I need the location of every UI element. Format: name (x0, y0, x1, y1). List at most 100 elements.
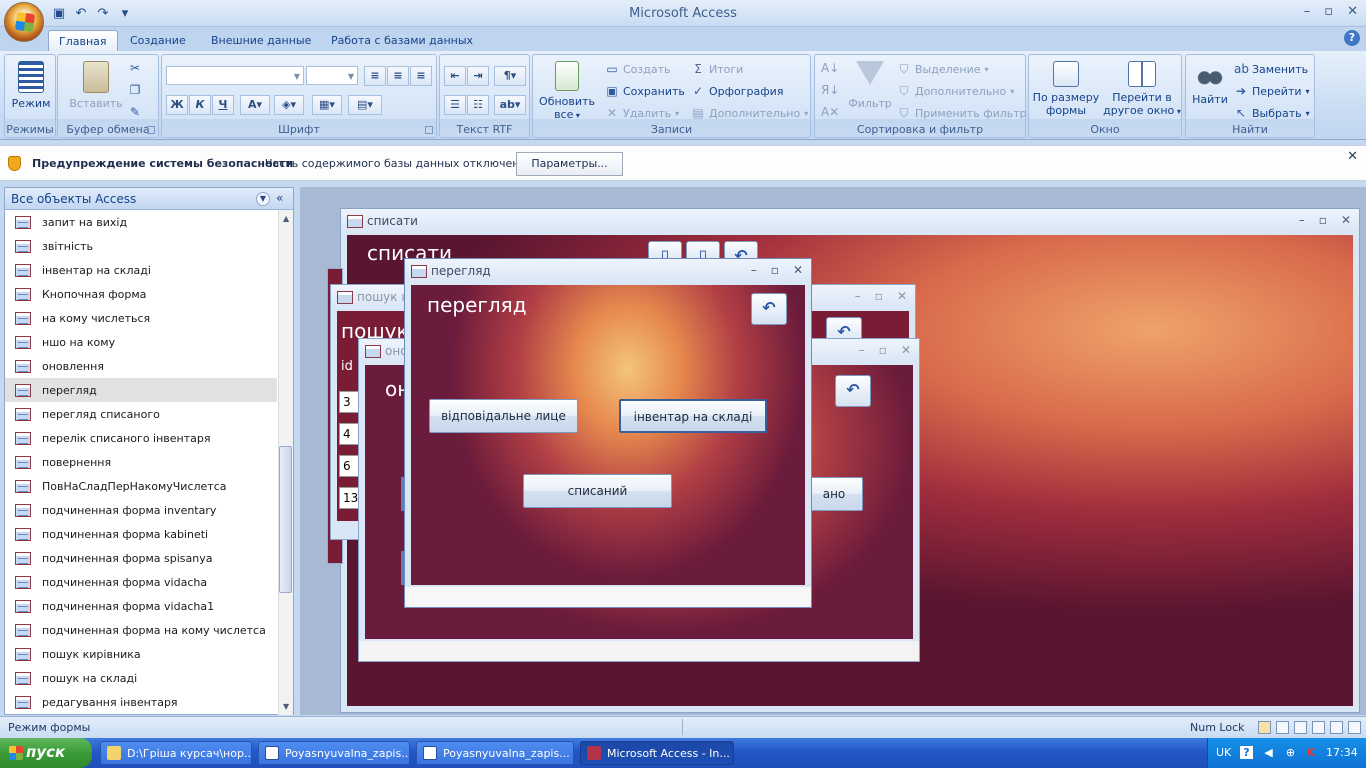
delete-record-button[interactable]: ✕ Удалить ▾ (605, 106, 679, 120)
copy-icon[interactable]: ❐ (128, 83, 142, 97)
undo-icon[interactable]: ↶ (751, 293, 787, 325)
close-icon[interactable]: ✕ (793, 263, 803, 277)
format-painter-icon[interactable]: ✎ (128, 105, 142, 119)
minimize-icon[interactable]: – (1304, 4, 1311, 19)
align-right-icon[interactable]: ≡ (410, 66, 432, 86)
paragraph-icon[interactable]: ¶▾ (494, 66, 526, 86)
clipboard-launcher-icon[interactable] (147, 126, 155, 134)
minimize-icon[interactable]: – (859, 343, 865, 357)
scroll-up-icon[interactable]: ▲ (283, 214, 289, 223)
help-icon[interactable]: ? (1240, 746, 1253, 759)
nav-item[interactable]: подчиненная форма vidacha1 (5, 594, 277, 618)
form-view-icon[interactable] (1258, 721, 1271, 734)
help-icon[interactable]: ? (1344, 30, 1360, 46)
undo-icon[interactable]: ↶ (835, 375, 871, 407)
responsible-person-button[interactable]: відповідальне лице (429, 399, 578, 433)
nav-item[interactable]: запит на вихід (5, 210, 277, 234)
nav-item[interactable]: подчиненная форма kabineti (5, 522, 277, 546)
chevron-down-icon[interactable]: ▼ (256, 192, 270, 206)
nav-item[interactable]: ншо на кому (5, 330, 277, 354)
spelling-button[interactable]: ✓ Орфография (691, 84, 783, 98)
minimize-icon[interactable]: – (1299, 213, 1305, 227)
replace-button[interactable]: ab Заменить (1234, 62, 1308, 76)
fill-color-icon[interactable]: ◈▾ (274, 95, 304, 115)
font-name-combo[interactable]: ▼ (166, 66, 304, 85)
nav-item[interactable]: редагування інвентаря (5, 690, 277, 714)
pivot-table-icon[interactable] (1294, 721, 1307, 734)
totals-button[interactable]: Σ Итоги (691, 62, 743, 76)
maximize-icon[interactable]: ▫ (1319, 213, 1327, 227)
underline-icon[interactable]: Ч (212, 95, 234, 115)
kaspersky-icon[interactable]: K (1304, 746, 1317, 759)
warehouse-inventory-button[interactable]: інвентар на складі (619, 399, 767, 433)
nav-scroll-thumb[interactable] (279, 446, 292, 593)
collapse-pane-icon[interactable]: « (276, 191, 283, 205)
datasheet-view-icon[interactable] (1276, 721, 1289, 734)
nav-item[interactable]: пошук на складі (5, 666, 277, 690)
advanced-filter-button[interactable]: ⛉ Дополнительно ▾ (897, 84, 1014, 98)
maximize-icon[interactable]: ▫ (1324, 4, 1333, 19)
gridlines-icon[interactable]: ▦▾ (312, 95, 342, 115)
sort-asc-icon[interactable]: A↓ (821, 61, 839, 75)
bullets-icon[interactable]: ☰ (444, 95, 466, 115)
selection-button[interactable]: ⛉ Выделение ▾ (897, 62, 988, 76)
tab-create[interactable]: Создание (120, 30, 196, 51)
view-button[interactable]: Режим (9, 61, 53, 110)
layout-view-icon[interactable] (1330, 721, 1343, 734)
nav-item[interactable]: подчиненная форма vidacha (5, 570, 277, 594)
more-records-button[interactable]: ▤ Дополнительно ▾ (691, 106, 808, 120)
nav-pane-header[interactable]: Все объекты Access ▼ « (5, 188, 293, 210)
alternate-fill-icon[interactable]: ▤▾ (348, 95, 382, 115)
tab-external-data[interactable]: Внешние данные (201, 30, 321, 51)
taskbar-item-word-1[interactable]: Poyasnyuvalna_zapis... (258, 741, 410, 765)
maximize-icon[interactable]: ▫ (879, 343, 887, 357)
goto-button[interactable]: ➔ Перейти ▾ (1234, 84, 1310, 98)
highlight-icon[interactable]: ab▾ (494, 95, 526, 115)
save-record-button[interactable]: ▣ Сохранить (605, 84, 685, 98)
font-size-combo[interactable]: ▼ (306, 66, 358, 85)
volume-icon[interactable]: ◀ (1262, 746, 1275, 759)
network-icon[interactable]: ⊕ (1284, 746, 1297, 759)
close-icon[interactable]: ✕ (901, 343, 911, 357)
toggle-filter-button[interactable]: ⛉ Применить фильтр (897, 106, 1026, 120)
close-icon[interactable]: ✕ (897, 289, 907, 303)
tab-database-tools[interactable]: Работа с базами данных (321, 30, 483, 51)
maximize-icon[interactable]: ▫ (771, 263, 779, 277)
font-color-icon[interactable]: A▾ (240, 95, 270, 115)
scroll-down-icon[interactable]: ▼ (283, 702, 289, 711)
nav-item[interactable]: повернення (5, 450, 277, 474)
close-icon[interactable]: ✕ (1347, 4, 1358, 19)
nav-item[interactable]: звітність (5, 234, 277, 258)
close-icon[interactable]: ✕ (1347, 149, 1358, 164)
switch-window-button[interactable]: Перейти в другое окно ▾ (1103, 61, 1181, 118)
select-button[interactable]: ↖ Выбрать ▾ (1234, 106, 1310, 120)
maximize-icon[interactable]: ▫ (875, 289, 883, 303)
office-button[interactable] (4, 2, 44, 42)
written-off-button-partial[interactable]: ано (805, 477, 863, 511)
align-left-icon[interactable]: ≡ (364, 66, 386, 86)
cut-icon[interactable]: ✂ (128, 61, 142, 75)
numbering-icon[interactable]: ☷ (467, 95, 489, 115)
taskbar-item-access[interactable]: Microsoft Access - In... (580, 741, 734, 765)
increase-indent-icon[interactable]: ⇥ (467, 66, 489, 86)
font-launcher-icon[interactable] (425, 126, 433, 134)
language-indicator[interactable]: UK (1216, 746, 1231, 759)
nav-item[interactable]: інвентар на складі (5, 258, 277, 282)
nav-item[interactable]: перелік списаного інвентаря (5, 426, 277, 450)
nav-item[interactable]: перегляд списаного (5, 402, 277, 426)
decrease-indent-icon[interactable]: ⇤ (444, 66, 466, 86)
tab-home[interactable]: Главная (48, 30, 118, 51)
security-options-button[interactable]: Параметры... (516, 152, 623, 176)
nav-item[interactable]: подчиненная форма на кому числетса (5, 618, 277, 642)
clear-sort-icon[interactable]: A✕ (821, 105, 839, 119)
minimize-icon[interactable]: – (855, 289, 861, 303)
nav-item[interactable]: на кому числеться (5, 306, 277, 330)
close-icon[interactable]: ✕ (1341, 213, 1351, 227)
pivot-chart-icon[interactable] (1312, 721, 1325, 734)
find-button[interactable]: Найти (1188, 61, 1232, 106)
nav-item[interactable]: подчиненная форма spisanya (5, 546, 277, 570)
taskbar-item-explorer[interactable]: D:\Гріша курсач\нор... (100, 741, 252, 765)
refresh-all-button[interactable]: Обновить все ▾ (535, 61, 599, 122)
nav-item[interactable]: пошук кирівника (5, 642, 277, 666)
minimize-icon[interactable]: – (751, 263, 757, 277)
